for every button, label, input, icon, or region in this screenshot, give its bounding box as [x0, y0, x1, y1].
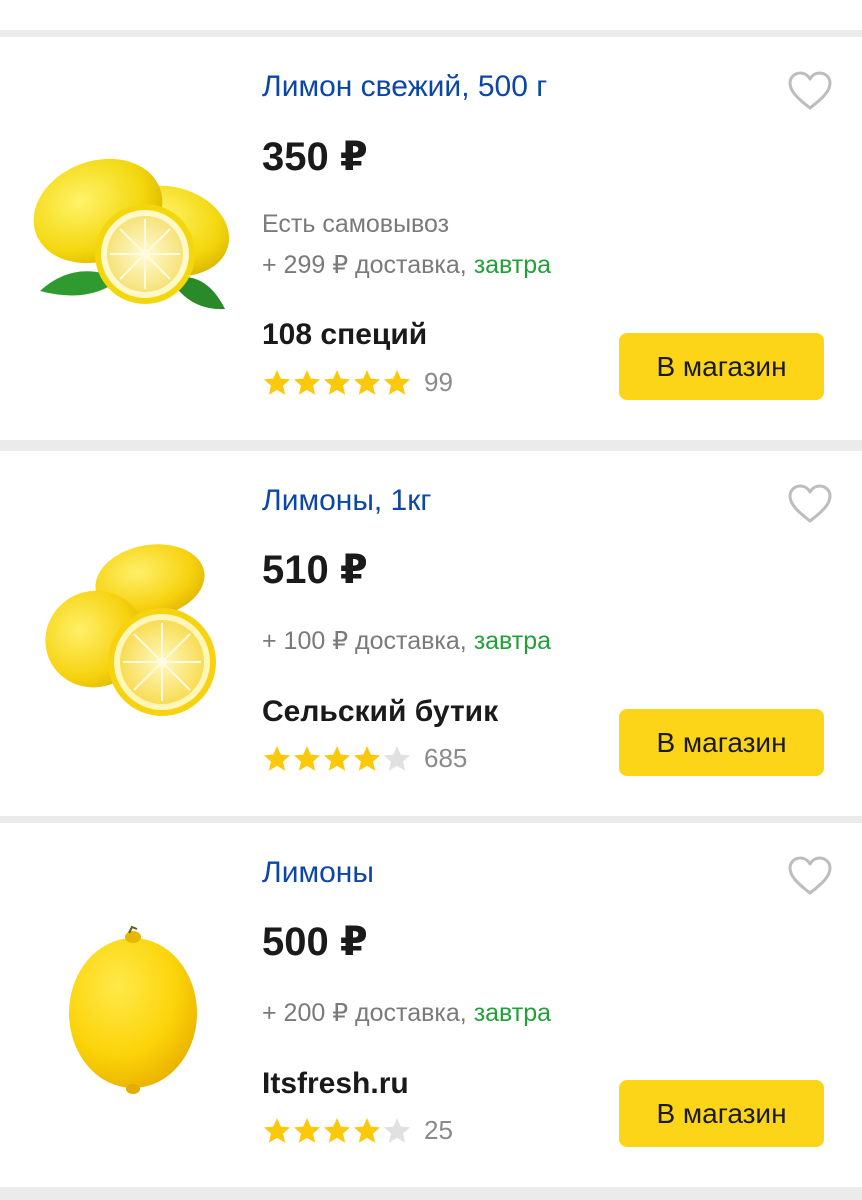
previous-card-edge	[0, 0, 862, 30]
star-empty-icon	[384, 1117, 410, 1143]
go-to-shop-button[interactable]: В магазин	[619, 333, 824, 400]
product-price: 350 ₽	[262, 135, 368, 179]
star-filled-icon	[354, 369, 380, 395]
product-price: 500 ₽	[262, 920, 368, 964]
star-filled-icon	[324, 369, 350, 395]
heart-outline-icon[interactable]	[787, 70, 833, 112]
star-filled-icon	[324, 745, 350, 771]
shop-name-link[interactable]: 108 специй	[262, 318, 427, 352]
star-filled-icon	[384, 369, 410, 395]
product-image[interactable]	[20, 891, 245, 1116]
star-filled-icon	[294, 745, 320, 771]
offer-card: Лимоны 500 ₽ + 200 ₽ доставка, завтра It…	[0, 823, 862, 1187]
review-count: 99	[424, 367, 453, 397]
product-title-link[interactable]: Лимоны	[262, 856, 374, 890]
delivery-info: + 200 ₽ доставка, завтра	[262, 998, 551, 1028]
star-filled-icon	[264, 745, 290, 771]
shop-rating: 685	[262, 743, 467, 774]
delivery-date: завтра	[473, 251, 552, 279]
delivery-info: + 299 ₽ доставка, завтра	[262, 250, 551, 280]
go-to-shop-button[interactable]: В магазин	[619, 709, 824, 776]
product-image[interactable]	[20, 119, 245, 344]
product-price: 510 ₽	[262, 548, 368, 592]
shop-name-link[interactable]: Сельский бутик	[262, 695, 498, 729]
star-filled-icon	[354, 745, 380, 771]
star-filled-icon	[294, 369, 320, 395]
star-empty-icon	[384, 745, 410, 771]
offers-list: Лимон свежий, 500 г 350 ₽ Есть самовывоз…	[0, 0, 862, 1200]
shop-name-link[interactable]: Itsfresh.ru	[262, 1067, 409, 1101]
star-filled-icon	[294, 1117, 320, 1143]
offer-card: Лимон свежий, 500 г 350 ₽ Есть самовывоз…	[0, 37, 862, 440]
star-filled-icon	[324, 1117, 350, 1143]
heart-outline-icon[interactable]	[787, 483, 833, 525]
heart-outline-icon[interactable]	[787, 855, 833, 897]
star-filled-icon	[354, 1117, 380, 1143]
delivery-cost: + 200 ₽ доставка,	[262, 999, 474, 1027]
product-title-link[interactable]: Лимон свежий, 500 г	[262, 70, 547, 104]
delivery-date: завтра	[473, 999, 552, 1027]
review-count: 25	[424, 1115, 453, 1145]
shop-rating: 25	[262, 1115, 453, 1146]
delivery-cost: + 100 ₽ доставка,	[262, 627, 474, 655]
offer-card: Лимоны, 1кг 510 ₽ + 100 ₽ доставка, завт…	[0, 451, 862, 816]
rating-stars	[262, 368, 412, 398]
delivery-date: завтра	[473, 627, 552, 655]
delivery-info: + 100 ₽ доставка, завтра	[262, 626, 551, 656]
product-title-link[interactable]: Лимоны, 1кг	[262, 484, 431, 518]
product-image[interactable]	[20, 519, 245, 744]
review-count: 685	[424, 743, 468, 773]
rating-stars	[262, 1116, 412, 1146]
star-filled-icon	[264, 369, 290, 395]
go-to-shop-button[interactable]: В магазин	[619, 1080, 824, 1147]
delivery-cost: + 299 ₽ доставка,	[262, 251, 474, 279]
shop-rating: 99	[262, 367, 453, 398]
star-filled-icon	[264, 1117, 290, 1143]
pickup-info: Есть самовывоз	[262, 210, 450, 238]
rating-stars	[262, 744, 412, 774]
